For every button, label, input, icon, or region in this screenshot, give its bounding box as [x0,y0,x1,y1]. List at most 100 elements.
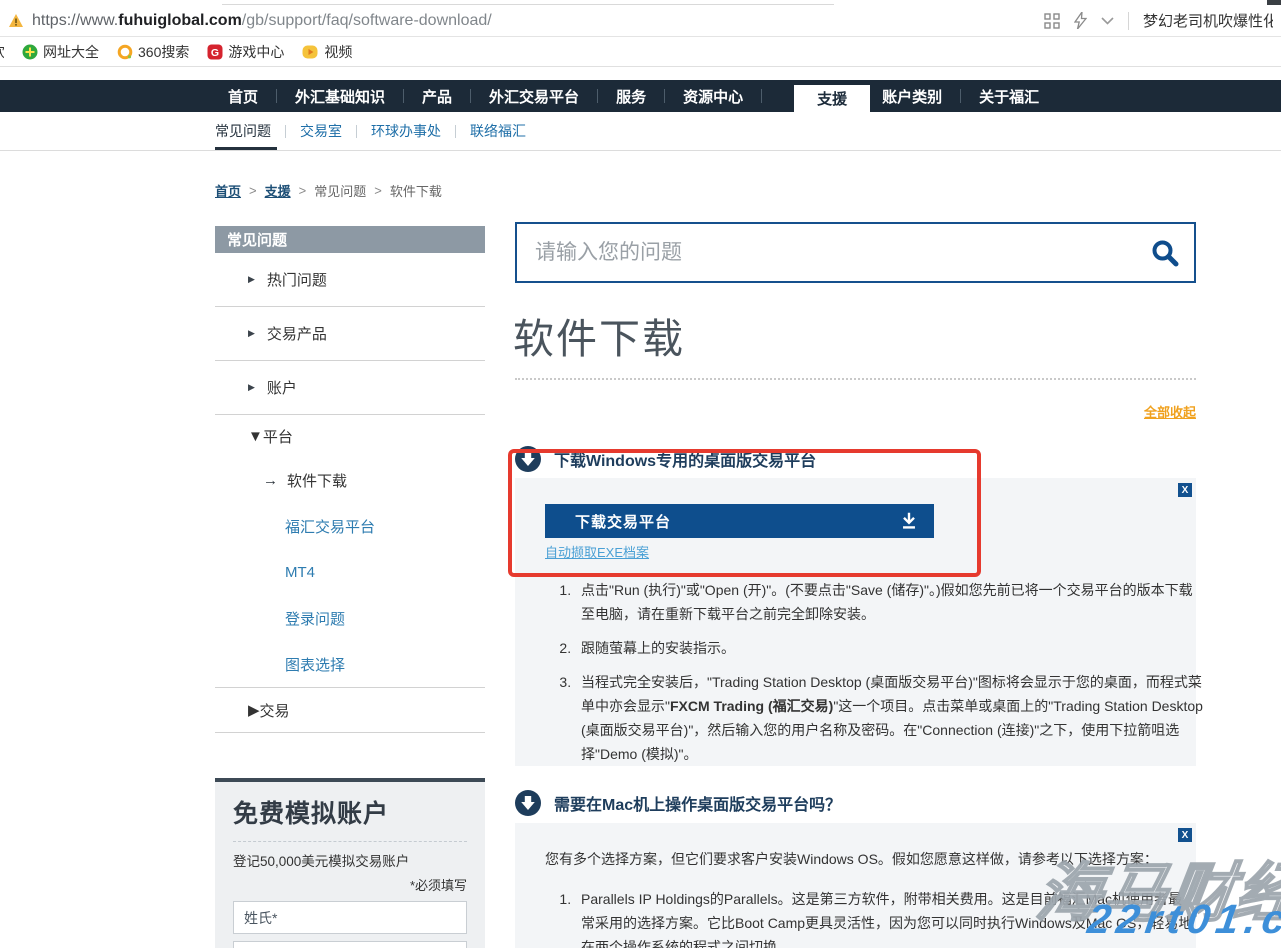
bookmark-gamecenter[interactable]: G 游戏中心 [207,42,284,62]
install-step: 当程式完全安装后，"Trading Station Desktop (桌面版交易… [575,670,1203,766]
grid-apps-icon[interactable] [1044,13,1060,29]
triangle-down-icon: ▼ [248,428,263,445]
sidebar-item-label: 交易产品 [267,323,327,344]
sidebar-item-accounts[interactable]: ▶ 账户 [215,361,485,415]
mac-options-intro: 您有多个选择方案，但它们要求客户安装Windows OS。假如您愿意这样做，请参… [545,849,1175,869]
bookmark-label: 网址大全 [43,42,99,62]
breadcrumb-separator: > [374,183,382,198]
nav-item-home[interactable]: 首页 [228,86,258,107]
nav-separator [761,89,762,103]
nav-item-resources[interactable]: 资源中心 [683,86,743,107]
triangle-right-icon: ▶ [248,701,260,719]
browser-address-bar[interactable]: https://www.fuhuiglobal.com/gb/support/f… [0,5,1281,37]
last-name-field[interactable] [233,901,467,934]
section1-title: 下载Windows专用的桌面版交易平台 [554,447,816,471]
bookmark-video[interactable]: 视频 [302,42,352,62]
arrow-right-icon: → [263,472,278,489]
sidebar-child-login-issues[interactable]: 登录问题 [215,595,485,641]
sidebar-child-software-download-active[interactable]: → 软件下载 [215,457,485,503]
triangle-right-icon: ▶ [248,328,255,339]
nav-item-support-active[interactable]: 支援 [794,85,870,112]
download-platform-button[interactable]: 下载交易平台 [545,504,934,538]
demo-box-title: 免费模拟账户 [233,794,467,830]
chevron-down-icon[interactable] [1101,17,1114,25]
url-path: /gb/support/faq/software-download/ [242,12,492,29]
sidebar-item-label: 图表选择 [285,654,345,675]
page-title: 软件下载 [513,305,685,365]
sidebar-item-label: 账户 [267,377,297,398]
section2-header[interactable]: 需要在Mac机上操作桌面版交易平台吗？ [515,790,841,816]
toolbar-divider [1128,12,1129,30]
bookmark-icon-plus [22,44,38,60]
circle-arrow-down-icon [515,446,541,472]
close-ad-icon[interactable]: X [1178,483,1192,497]
subnav-item-contact[interactable]: 联络福汇 [470,112,526,150]
window-title-fragment: 梦幻老司机吹爆性化 [1143,10,1273,31]
sidebar-item-label: MT4 [285,564,315,581]
nav-separator [597,89,598,103]
sidebar-item-trading-products[interactable]: ▶ 交易产品 [215,307,485,361]
nav-item-about[interactable]: 关于福汇 [979,86,1039,107]
nav-item-forex-basics[interactable]: 外汇基础知识 [295,86,385,107]
triangle-right-icon: ▶ [248,274,255,285]
bookmark-clipped[interactable]: 欢 [0,42,4,62]
breadcrumb-separator: > [299,183,307,198]
demo-box-subtitle: 登记50,000美元模拟交易账户 [233,850,467,870]
search-input[interactable] [517,241,1136,265]
exe-auto-link[interactable]: 自动撷取EXE档案 [545,542,649,561]
bookmark-icon-play [302,44,319,60]
lightning-icon[interactable] [1074,12,1087,29]
nav-item-trading-platforms[interactable]: 外汇交易平台 [489,86,579,107]
breadcrumb-support[interactable]: 支援 [265,181,291,200]
subnav-item-global-offices[interactable]: 环球办事处 [371,112,441,150]
collapse-all-link[interactable]: 全部收起 [515,402,1196,421]
subnav-separator [285,125,286,138]
bookmark-label: 视频 [324,42,352,62]
sidebar-item-label: 交易 [260,700,290,721]
sidebar-item-label: 软件下载 [287,470,347,491]
sidebar-child-fxcm-platform[interactable]: 福汇交易平台 [215,503,485,549]
search-button[interactable] [1136,224,1194,281]
bookmark-360search[interactable]: 360搜索 [117,42,189,62]
install-step: 跟随萤幕上的安装指示。 [575,636,1203,660]
sidebar-child-charting[interactable]: 图表选择 [215,641,485,687]
mac-option: Parallels IP Holdings的Parallels。这是第三方软件，… [575,887,1195,948]
dotted-divider [515,378,1196,380]
nav-item-services[interactable]: 服务 [616,86,646,107]
section1-header[interactable]: 下载Windows专用的桌面版交易平台 [515,446,816,472]
mac-options-list: Parallels IP Holdings的Parallels。这是第三方软件，… [575,887,1195,948]
subnav-item-trading-room[interactable]: 交易室 [300,112,342,150]
sidebar-item-label: 平台 [263,426,293,447]
bookmark-label: 360搜索 [138,42,189,62]
install-step: 点击"Run (执行)"或"Open (开)"。(不要点击"Save (储存)"… [575,578,1203,626]
breadcrumb-faq: 常见问题 [314,181,366,200]
first-name-field[interactable] [233,941,467,948]
sidebar-item-trading[interactable]: ▶ 交易 [215,687,485,733]
subnav-separator [455,125,456,138]
subnav-separator [356,125,357,138]
nav-separator [470,89,471,103]
sidebar-item-label: 福汇交易平台 [285,516,375,537]
main-navigation: 首页 外汇基础知识 产品 外汇交易平台 服务 资源中心 支援 账户类别 关于福汇 [0,80,1281,112]
sidebar-item-hot-questions[interactable]: ▶ 热门问题 [215,253,485,307]
nav-item-products[interactable]: 产品 [422,86,452,107]
sidebar-item-label: 登录问题 [285,608,345,629]
breadcrumb-home[interactable]: 首页 [215,181,241,200]
close-ad-icon[interactable]: X [1178,828,1192,842]
bookmark-icon-g: G [207,44,223,60]
breadcrumb-current: 软件下载 [390,181,442,200]
subnav-item-faq-active[interactable]: 常见问题 [215,112,271,150]
circle-arrow-down-icon [515,790,541,816]
faq-sidebar: 常见问题 ▶ 热门问题 ▶ 交易产品 ▶ 账户 ▼ 平台 → 软件下载 福汇交易… [215,226,485,733]
required-note: *必须填写 [233,875,467,894]
search-icon [1150,238,1180,268]
sidebar-child-mt4[interactable]: MT4 [215,549,485,595]
nav-separator [276,89,277,103]
url-text[interactable]: https://www.fuhuiglobal.com/gb/support/f… [32,12,492,30]
triangle-right-icon: ▶ [248,382,255,393]
sidebar-item-platform-expanded[interactable]: ▼ 平台 [215,415,485,457]
section1-panel: X 下载交易平台 自动撷取EXE档案 点击"Run (执行)"或"Open (开… [515,478,1196,766]
bookmark-wangzhidaquan[interactable]: 网址大全 [22,42,99,62]
nav-item-account-types[interactable]: 账户类别 [882,86,942,107]
bookmark-icon-ring [117,44,133,60]
